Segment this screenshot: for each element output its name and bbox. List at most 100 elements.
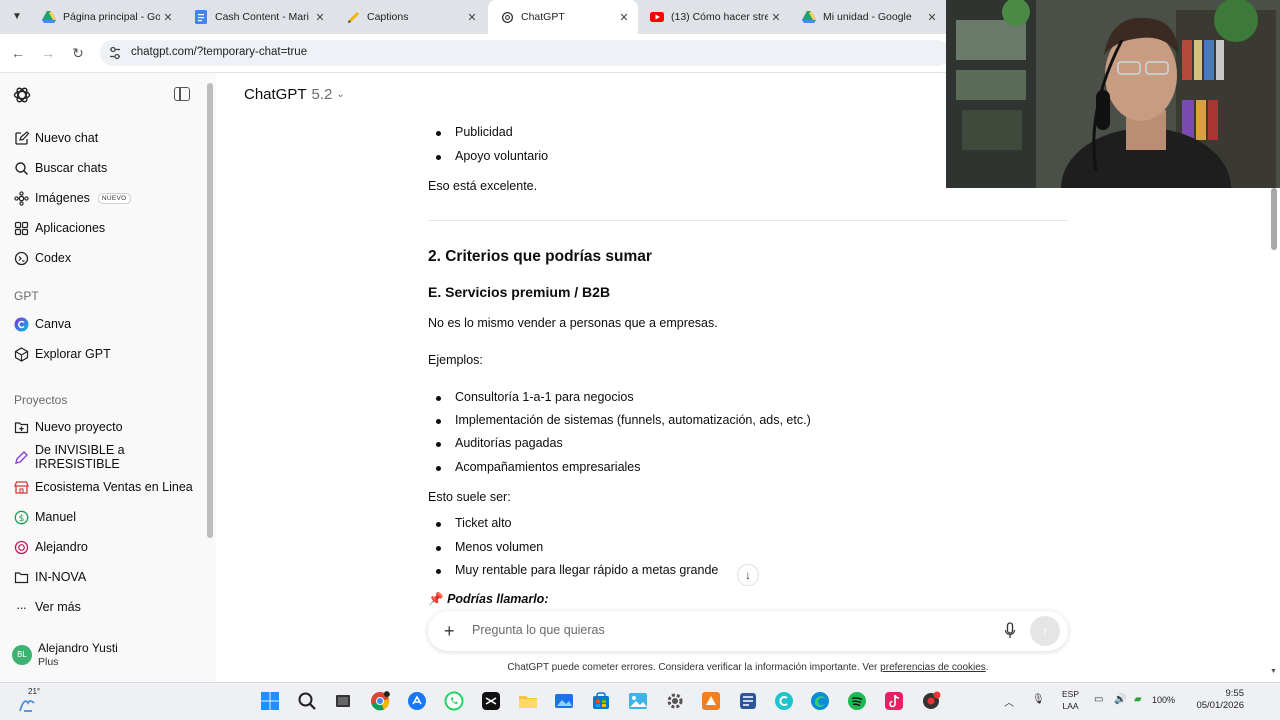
forward-arrow-icon[interactable]: → [38,43,58,63]
chatgpt-icon [500,10,514,24]
address-bar[interactable]: chatgpt.com/?temporary-chat=true [100,40,950,66]
close-tab-icon[interactable]: ✕ [924,11,940,24]
back-arrow-icon[interactable]: ← [8,43,28,63]
gpt-section-title: GPT [14,289,39,303]
reload-icon[interactable]: ↻ [68,43,88,63]
close-tab-icon[interactable]: ✕ [160,11,176,24]
photos-icon[interactable] [628,691,648,711]
sidebar-item-new-project[interactable]: Nuevo proyecto [0,413,204,441]
sidebar-item-apps[interactable]: Aplicaciones [0,214,204,242]
app-store-icon[interactable] [407,691,427,711]
battery-icon[interactable]: ▰ [1134,694,1142,705]
app-icon[interactable] [738,691,758,711]
canva-app-icon[interactable] [774,691,794,711]
cookie-preferences-link[interactable]: preferencias de cookies [880,662,986,673]
list-item: Auditorías pagadas [436,436,563,450]
close-sidebar-icon[interactable] [174,87,190,101]
browser-tab[interactable]: Mi unidad - Google ✕ [790,0,946,34]
sidebar-item-search[interactable]: Buscar chats [0,154,204,182]
browser-tab[interactable]: Página principal - Go ✕ [30,0,182,34]
temperature: 21° [28,687,41,696]
close-tab-icon[interactable]: ✕ [616,11,632,24]
whatsapp-icon[interactable] [444,691,464,711]
sidebar-item-images[interactable]: Imágenes NUEVO [0,184,204,212]
openai-logo-icon[interactable] [12,85,32,105]
sidebar-item-project[interactable]: IN-NOVA [0,563,204,591]
tiktok-icon[interactable] [884,691,904,711]
sidebar-item-codex[interactable]: Codex [0,244,204,272]
sidebar-item-new-chat[interactable]: Nuevo chat [0,124,204,152]
task-view-icon[interactable] [333,691,353,711]
section-heading: 2. Criterios que podrías sumar [428,248,652,265]
message-composer[interactable]: + Pregunta lo que quieras ↑ [428,611,1068,651]
store-icon[interactable] [591,691,611,711]
search-icon[interactable] [297,691,317,711]
sidebar-item-project[interactable]: De INVISIBLE a IRRESISTIBLE [0,443,204,471]
divider [428,220,1068,221]
sidebar-item-project[interactable]: $ Manuel [0,503,204,531]
browser-tab[interactable]: Cash Content - Mari ✕ [182,0,334,34]
language-indicator[interactable]: ESP LAA [1062,688,1079,712]
settings-gear-icon[interactable] [665,691,685,711]
main-scrollbar-thumb[interactable] [1271,188,1277,250]
file-explorer-icon[interactable] [518,691,538,711]
model-name: ChatGPT [244,86,307,103]
sidebar-scrollbar-thumb[interactable] [207,83,213,538]
chrome-icon[interactable] [370,691,390,711]
main-scrollbar[interactable]: ▼ [1268,188,1280,682]
user-name: Alejandro Yusti [38,641,118,655]
list-item: Consultoría 1-a-1 para negocios [436,390,634,404]
windows-start-icon[interactable] [260,691,280,711]
new-folder-icon [13,419,29,435]
spotify-icon[interactable] [847,691,867,711]
list-item: Menos volumen [435,540,544,554]
system-clock[interactable]: 9:55 05/01/2026 [1190,688,1244,712]
model-version: 5.2 [311,86,333,103]
model-selector[interactable]: ChatGPT 5.2 ⌄ [244,86,345,103]
webcam-overlay [946,0,1280,188]
add-attachment-icon[interactable]: + [444,621,455,641]
paragraph: No es lo mismo vender a personas que a e… [428,316,718,330]
sidebar-item-see-more[interactable]: ··· Ver más [0,593,204,621]
explore-gpt-icon [13,346,29,362]
browser-tab[interactable]: (13) Cómo hacer stre ✕ [638,0,790,34]
image-viewer-icon[interactable] [554,691,574,711]
edge-icon[interactable] [810,691,830,711]
show-hidden-icons[interactable]: ︿ [1004,694,1014,709]
microphone-icon[interactable] [1004,622,1016,640]
tab-search-menu-icon[interactable]: ▼ [6,7,28,27]
microphone-tray-icon[interactable]: 🎙 [1032,694,1045,705]
scroll-to-bottom-button[interactable]: ↓ [737,564,759,586]
shop-icon [13,479,29,495]
paragraph: Eso está excelente. [428,179,538,193]
apps-icon [13,220,29,236]
close-tab-icon[interactable]: ✕ [464,11,480,24]
volume-icon[interactable]: 🔊 [1114,694,1126,705]
new-badge: NUEVO [97,192,131,204]
sidebar-scrollbar[interactable] [204,73,216,682]
close-tab-icon[interactable]: ✕ [312,11,328,24]
send-button[interactable]: ↑ [1030,616,1060,646]
browser-tab[interactable]: Captions ✕ [334,0,486,34]
image-icon [13,190,29,206]
orange-app-icon[interactable] [701,691,721,711]
paragraph: Esto suele ser: [428,490,511,504]
list-item: Apoyo voluntario [435,149,549,163]
recording-app-icon[interactable] [921,691,941,711]
folder-icon [13,569,29,585]
site-info-icon[interactable] [109,46,121,60]
sidebar-item-project[interactable]: Alejandro [0,533,204,561]
sidebar-item-explore-gpt[interactable]: Explorar GPT [0,340,204,368]
sidebar-item-project[interactable]: Ecosistema Ventas en Linea [0,473,204,501]
capcut-icon[interactable] [481,691,501,711]
google-docs-icon [194,10,208,24]
url-text: chatgpt.com/?temporary-chat=true [131,46,308,58]
sidebar-item-canva[interactable]: Canva [0,310,204,338]
sidebar: Nuevo chat Buscar chats Imágenes NUEVO A… [0,73,204,682]
network-icon[interactable]: ▭ [1094,694,1103,705]
close-tab-icon[interactable]: ✕ [768,11,784,24]
scroll-down-arrow-icon[interactable]: ▼ [1270,668,1277,675]
browser-tab-active[interactable]: ChatGPT ✕ [488,0,638,34]
codex-icon [13,250,29,266]
composer-placeholder[interactable]: Pregunta lo que quieras [472,623,605,637]
